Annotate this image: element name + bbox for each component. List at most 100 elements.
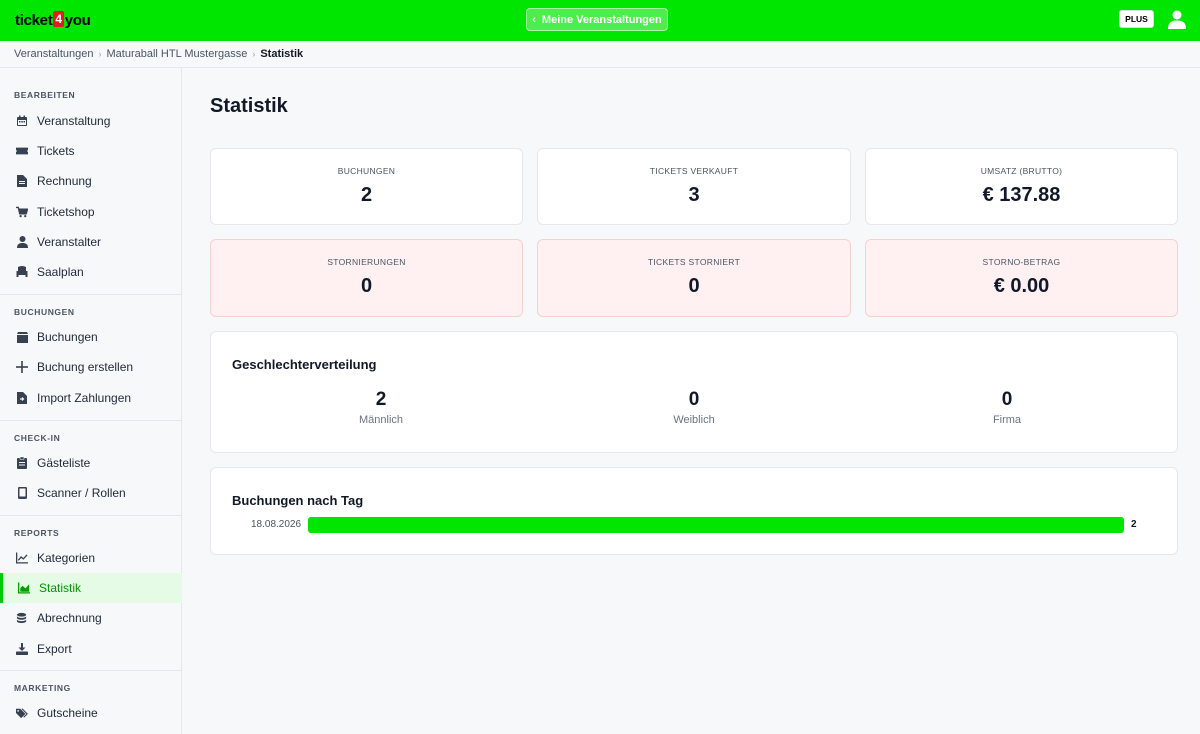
- sidebar-item-label: Saalplan: [37, 265, 84, 279]
- bar-fill: [308, 517, 1124, 533]
- sidebar-item-label: Gästeliste: [37, 456, 91, 470]
- stat-card-tickets-verkauft: TICKETS VERKAUFT 3: [537, 148, 851, 225]
- sidebar-item-label: Scanner / Rollen: [37, 486, 126, 500]
- gender-value: 0: [688, 389, 700, 410]
- sidebar-item-abrechnung[interactable]: Abrechnung: [0, 603, 182, 633]
- sidebar-item-label: Buchung erstellen: [37, 360, 134, 374]
- logo-text-right: you: [64, 11, 91, 29]
- stat-card-umsatz: UMSATZ (BRUTTO) € 137.88: [865, 148, 1178, 225]
- breadcrumb-item-current: Statistik: [260, 48, 304, 60]
- ticket-icon: [16, 145, 28, 157]
- sidebar-item-label: Veranstalter: [37, 235, 102, 249]
- sidebar-divider: [0, 515, 182, 516]
- sidebar-divider: [0, 670, 182, 671]
- gender-label: Männlich: [358, 414, 404, 426]
- logo-four: 4: [53, 11, 64, 27]
- file-import-icon: [16, 392, 28, 404]
- gender-female: 0 Weiblich: [624, 389, 764, 426]
- gender-label: Firma: [992, 414, 1022, 426]
- sidebar-heading-checkin: CHECK-IN: [14, 433, 61, 443]
- sidebar-item-veranstaltung[interactable]: Veranstaltung: [0, 106, 182, 136]
- stat-card-stornierungen: STORNIERUNGEN 0: [210, 239, 523, 317]
- gender-value: 0: [1001, 389, 1013, 410]
- stat-value: 3: [688, 184, 700, 206]
- stat-value: 0: [688, 275, 700, 297]
- sidebar-item-label: Gutscheine: [37, 706, 98, 720]
- stat-label: UMSATZ (BRUTTO): [980, 166, 1063, 176]
- breadcrumb: Veranstaltungen › Maturaball HTL Musterg…: [0, 41, 1200, 68]
- stat-value: € 137.88: [982, 184, 1061, 206]
- sidebar-item-export[interactable]: Export: [0, 634, 182, 664]
- sidebar-item-import-zahlungen[interactable]: Import Zahlungen: [0, 383, 182, 413]
- my-events-label: Meine Veranstaltungen: [541, 13, 662, 26]
- phone-icon: [16, 487, 28, 499]
- chevron-right-icon: ›: [98, 49, 102, 59]
- gender-distribution-card: Geschlechterverteilung 2 Männlich 0 Weib…: [210, 331, 1178, 453]
- sidebar-item-tickets[interactable]: Tickets: [0, 136, 182, 166]
- breadcrumb-item-events[interactable]: Veranstaltungen: [14, 48, 94, 60]
- sidebar-item-gutscheine[interactable]: Gutscheine: [0, 698, 182, 728]
- my-events-button[interactable]: ‹ Meine Veranstaltungen: [526, 8, 668, 31]
- gender-male: 2 Männlich: [311, 389, 451, 426]
- stat-value: 2: [360, 184, 373, 206]
- sidebar-item-label: Export: [37, 642, 72, 656]
- area-chart-icon: [18, 582, 30, 594]
- sidebar-item-label: Veranstaltung: [37, 114, 111, 128]
- page-title: Statistik: [210, 95, 288, 117]
- sidebar-item-label: Statistik: [39, 581, 82, 595]
- sidebar-heading-reports: REPORTS: [14, 528, 60, 538]
- sidebar-item-scanner-rollen[interactable]: Scanner / Rollen: [0, 478, 182, 508]
- stat-card-tickets-storniert: TICKETS STORNIERT 0: [537, 239, 851, 317]
- sidebar-item-kategorien[interactable]: Kategorien: [0, 543, 182, 573]
- cart-icon: [16, 206, 28, 218]
- bar-date-label: 18.08.2026: [251, 519, 302, 530]
- top-bar: ticket 4 you ‹ Meine Veranstaltungen PLUS: [0, 0, 1200, 41]
- tags-icon: [16, 707, 28, 719]
- sidebar-item-veranstalter[interactable]: Veranstalter: [0, 227, 182, 257]
- bar-count-label: 2: [1131, 519, 1137, 530]
- breadcrumb-item-event[interactable]: Maturaball HTL Mustergasse: [107, 48, 248, 60]
- sidebar-item-label: Kategorien: [37, 551, 96, 565]
- logo[interactable]: ticket 4 you: [15, 9, 91, 31]
- chair-icon: [16, 266, 28, 278]
- sidebar-item-buchung-erstellen[interactable]: Buchung erstellen: [0, 352, 182, 382]
- calendar-icon: [16, 115, 28, 127]
- line-chart-icon: [16, 552, 28, 564]
- stat-value: 0: [360, 275, 373, 297]
- clipboard-icon: [16, 457, 28, 469]
- bar-track: [308, 517, 1124, 533]
- chevron-left-icon: ‹: [532, 13, 536, 26]
- bookings-by-day-card: Buchungen nach Tag 18.08.2026 2: [210, 467, 1178, 555]
- sidebar-item-label: Tickets: [37, 144, 75, 158]
- gender-company: 0 Firma: [937, 389, 1077, 426]
- sidebar-item-buchungen[interactable]: Buchungen: [0, 322, 182, 352]
- sidebar-item-rechnung[interactable]: Rechnung: [0, 166, 182, 196]
- plus-icon: [16, 361, 28, 373]
- stat-label: BUCHUNGEN: [337, 166, 396, 176]
- chevron-right-icon: ›: [252, 49, 256, 59]
- stat-value: € 0.00: [993, 275, 1050, 297]
- bookings-by-day-title: Buchungen nach Tag: [232, 493, 364, 508]
- sidebar-heading-bookings: BUCHUNGEN: [14, 307, 75, 317]
- gender-value: 2: [375, 389, 387, 410]
- gender-distribution-title: Geschlechterverteilung: [232, 357, 377, 372]
- gender-label: Weiblich: [673, 414, 715, 426]
- sidebar-item-label: Import Zahlungen: [37, 391, 132, 405]
- box-icon: [16, 331, 28, 343]
- user-icon[interactable]: [1168, 10, 1186, 29]
- sidebar-item-statistik[interactable]: Statistik: [0, 573, 182, 603]
- coins-icon: [16, 612, 28, 624]
- download-icon: [16, 643, 28, 655]
- sidebar-heading-marketing: MARKETING: [14, 683, 71, 693]
- stat-label: TICKETS STORNIERT: [647, 257, 741, 267]
- user-icon: [16, 236, 28, 248]
- sidebar-divider: [0, 420, 182, 421]
- sidebar-item-label: Rechnung: [37, 174, 92, 188]
- sidebar-item-ticketshop[interactable]: Ticketshop: [0, 197, 182, 227]
- stat-label: TICKETS VERKAUFT: [649, 166, 739, 176]
- sidebar-item-gaesteliste[interactable]: Gästeliste: [0, 448, 182, 478]
- sidebar-heading-edit: BEARBEITEN: [14, 90, 76, 100]
- sidebar-item-saalplan[interactable]: Saalplan: [0, 257, 182, 287]
- plus-badge[interactable]: PLUS: [1119, 10, 1154, 28]
- sidebar-item-label: Buchungen: [37, 330, 98, 344]
